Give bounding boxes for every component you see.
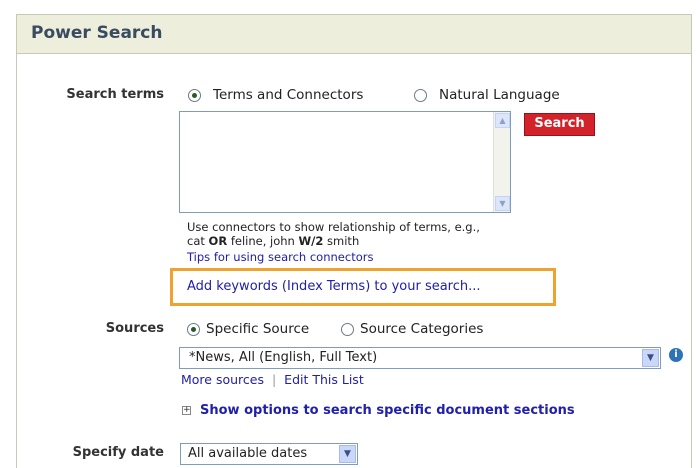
more-sources-link[interactable]: More sources [181,372,264,387]
scroll-up-icon[interactable]: ▲ [495,113,510,128]
panel-header: Power Search [17,15,691,54]
example-part: smith [323,234,360,248]
radio-button[interactable] [187,322,200,336]
sources-label: Sources [105,321,164,336]
radio-button[interactable] [341,322,354,336]
chevron-down-icon[interactable]: ▼ [339,445,356,463]
date-select-value: All available dates [188,446,308,461]
add-keywords-link[interactable]: Add keywords (Index Terms) to your searc… [187,279,481,294]
radio-specific-source[interactable]: Specific Source [187,321,309,337]
edit-list-link[interactable]: Edit This List [284,372,364,387]
radio-source-categories[interactable]: Source Categories [341,321,483,337]
example-operator: OR [208,234,228,248]
search-terms-label: Search terms [66,87,164,102]
show-sections-link[interactable]: Show options to search specific document… [200,403,575,418]
chevron-down-icon[interactable]: ▼ [642,349,659,367]
source-links: More sources | Edit This List [181,372,364,387]
tips-link[interactable]: Tips for using search connectors [187,250,373,264]
search-terms-textarea[interactable]: ▲ ▼ [179,111,511,213]
radio-terms-connectors[interactable]: Terms and Connectors [188,87,363,103]
search-button[interactable]: Search [524,113,595,136]
connectors-example: cat OR feline, john W/2 smith [187,234,359,248]
link-separator: | [271,372,277,387]
radio-button[interactable] [188,88,201,102]
connectors-help-text: Use connectors to show relationship of t… [187,220,480,234]
radio-label: Source Categories [360,321,484,337]
radio-button[interactable] [414,88,427,102]
example-part: cat [187,234,209,248]
scroll-down-icon[interactable]: ▼ [495,196,510,211]
source-select[interactable]: *News, All (English, Full Text) ▼ [179,347,661,369]
radio-label: Terms and Connectors [213,87,364,103]
info-icon[interactable]: i [669,348,683,362]
radio-label: Specific Source [206,321,310,337]
example-operator: W/2 [298,234,324,248]
date-select[interactable]: All available dates ▼ [180,443,358,465]
radio-natural-language[interactable]: Natural Language [414,87,560,103]
expand-icon[interactable]: + [182,406,191,415]
panel-title: Power Search [31,23,163,43]
source-select-value: *News, All (English, Full Text) [189,350,378,365]
scrollbar[interactable]: ▲ ▼ [493,112,510,212]
radio-label: Natural Language [439,87,560,103]
specify-date-label: Specify date [72,445,164,460]
example-part: feline, john [227,234,299,248]
